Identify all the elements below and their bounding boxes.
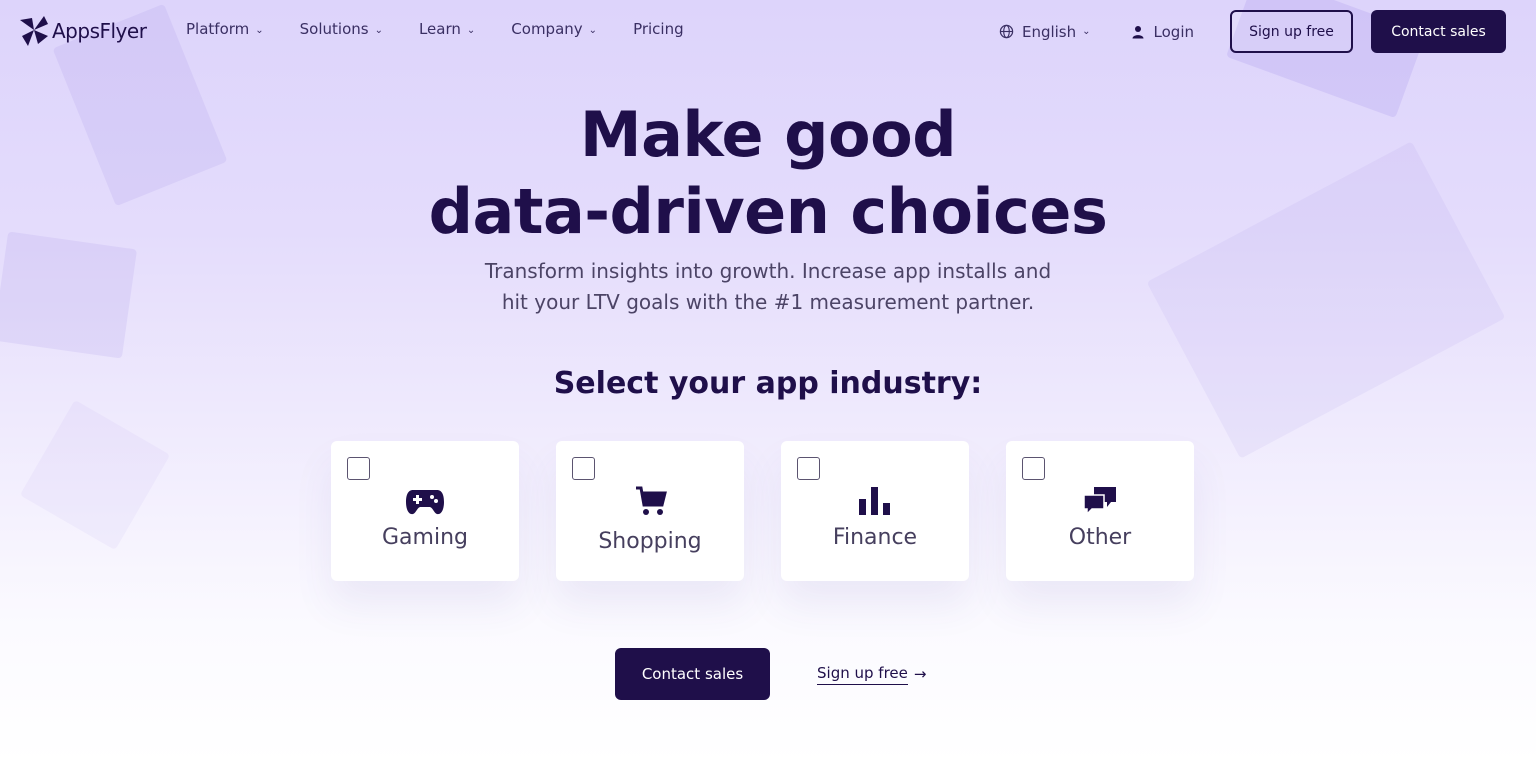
menu-item-pricing[interactable]: Pricing xyxy=(633,20,684,38)
globe-icon xyxy=(999,24,1014,39)
menu-item-platform[interactable]: Platform ⌄ xyxy=(186,20,264,38)
industry-label: Finance xyxy=(832,525,918,550)
menu-item-label: Solutions xyxy=(299,20,369,38)
language-selector[interactable]: English ⌄ xyxy=(999,23,1091,41)
menu-item-solutions[interactable]: Solutions ⌄ xyxy=(300,20,383,38)
contact-sales-button[interactable]: Contact sales xyxy=(1371,10,1506,53)
hero-subtitle: Transform insights into growth. Increase… xyxy=(468,256,1068,318)
menu-item-label: Pricing xyxy=(633,20,684,38)
hero-title-line: Make good xyxy=(579,98,957,171)
menu-item-label: Platform xyxy=(186,20,250,38)
checkbox[interactable] xyxy=(347,457,370,480)
background-decoration xyxy=(19,399,171,551)
menu-item-label: Company xyxy=(511,20,583,38)
industry-card-shopping[interactable]: Shopping xyxy=(556,441,744,581)
logo-wordmark: AppsFlyer xyxy=(52,19,147,43)
appsflyer-logo-icon xyxy=(20,16,48,46)
industry-options: Gaming Shopping Finance Other xyxy=(331,441,1194,581)
checkbox[interactable] xyxy=(797,457,820,480)
hero-title: Make good data-driven choices xyxy=(0,96,1536,250)
chat-bubbles-icon xyxy=(1006,485,1194,517)
main-menu: Platform ⌄ Solutions ⌄ Learn ⌄ Company ⌄… xyxy=(186,20,720,38)
industry-label: Gaming xyxy=(382,525,468,550)
sign-up-link-label: Sign up free xyxy=(817,664,908,685)
chevron-down-icon: ⌄ xyxy=(374,24,383,36)
industry-card-other[interactable]: Other xyxy=(1006,441,1194,581)
arrow-right-icon: → xyxy=(913,665,927,683)
checkbox[interactable] xyxy=(572,457,595,480)
hero-title-line: data-driven choices xyxy=(428,175,1108,248)
user-icon xyxy=(1132,25,1144,38)
checkbox[interactable] xyxy=(1022,457,1045,480)
industry-label: Other xyxy=(1068,525,1132,550)
industry-card-gaming[interactable]: Gaming xyxy=(331,441,519,581)
sign-up-free-link[interactable]: Sign up free → xyxy=(817,664,926,685)
chevron-down-icon: ⌄ xyxy=(588,24,598,36)
contact-sales-button[interactable]: Contact sales xyxy=(615,648,770,700)
industry-label: Shopping xyxy=(598,529,702,554)
shopping-cart-icon xyxy=(556,485,744,517)
industry-heading: Select your app industry: xyxy=(553,366,983,401)
chevron-down-icon: ⌄ xyxy=(466,24,476,36)
menu-item-company[interactable]: Company ⌄ xyxy=(511,20,597,38)
chevron-down-icon: ⌄ xyxy=(1082,26,1091,37)
hero-cta: Contact sales Sign up free → xyxy=(615,648,926,700)
appsflyer-logo[interactable]: AppsFlyer xyxy=(18,14,147,48)
language-label: English xyxy=(1021,22,1077,41)
menu-item-label: Learn xyxy=(418,20,461,38)
header-actions: English ⌄ Login Sign up free Contact sal… xyxy=(999,10,1506,53)
menu-item-learn[interactable]: Learn ⌄ xyxy=(419,20,475,38)
bar-chart-icon xyxy=(781,485,969,517)
industry-card-finance[interactable]: Finance xyxy=(781,441,969,581)
top-navigation: AppsFlyer Platform ⌄ Solutions ⌄ Learn ⌄… xyxy=(0,0,1536,62)
login-label: Login xyxy=(1153,22,1194,41)
gamepad-icon xyxy=(331,485,519,517)
background-decoration xyxy=(0,231,138,359)
hero-subtitle-line: Transform insights into growth. Increase… xyxy=(484,259,1052,283)
hero-subtitle-line: hit your LTV goals with the #1 measureme… xyxy=(501,290,1035,314)
login-link[interactable]: Login xyxy=(1131,23,1194,41)
sign-up-free-button[interactable]: Sign up free xyxy=(1230,10,1353,53)
chevron-down-icon: ⌄ xyxy=(255,24,264,36)
